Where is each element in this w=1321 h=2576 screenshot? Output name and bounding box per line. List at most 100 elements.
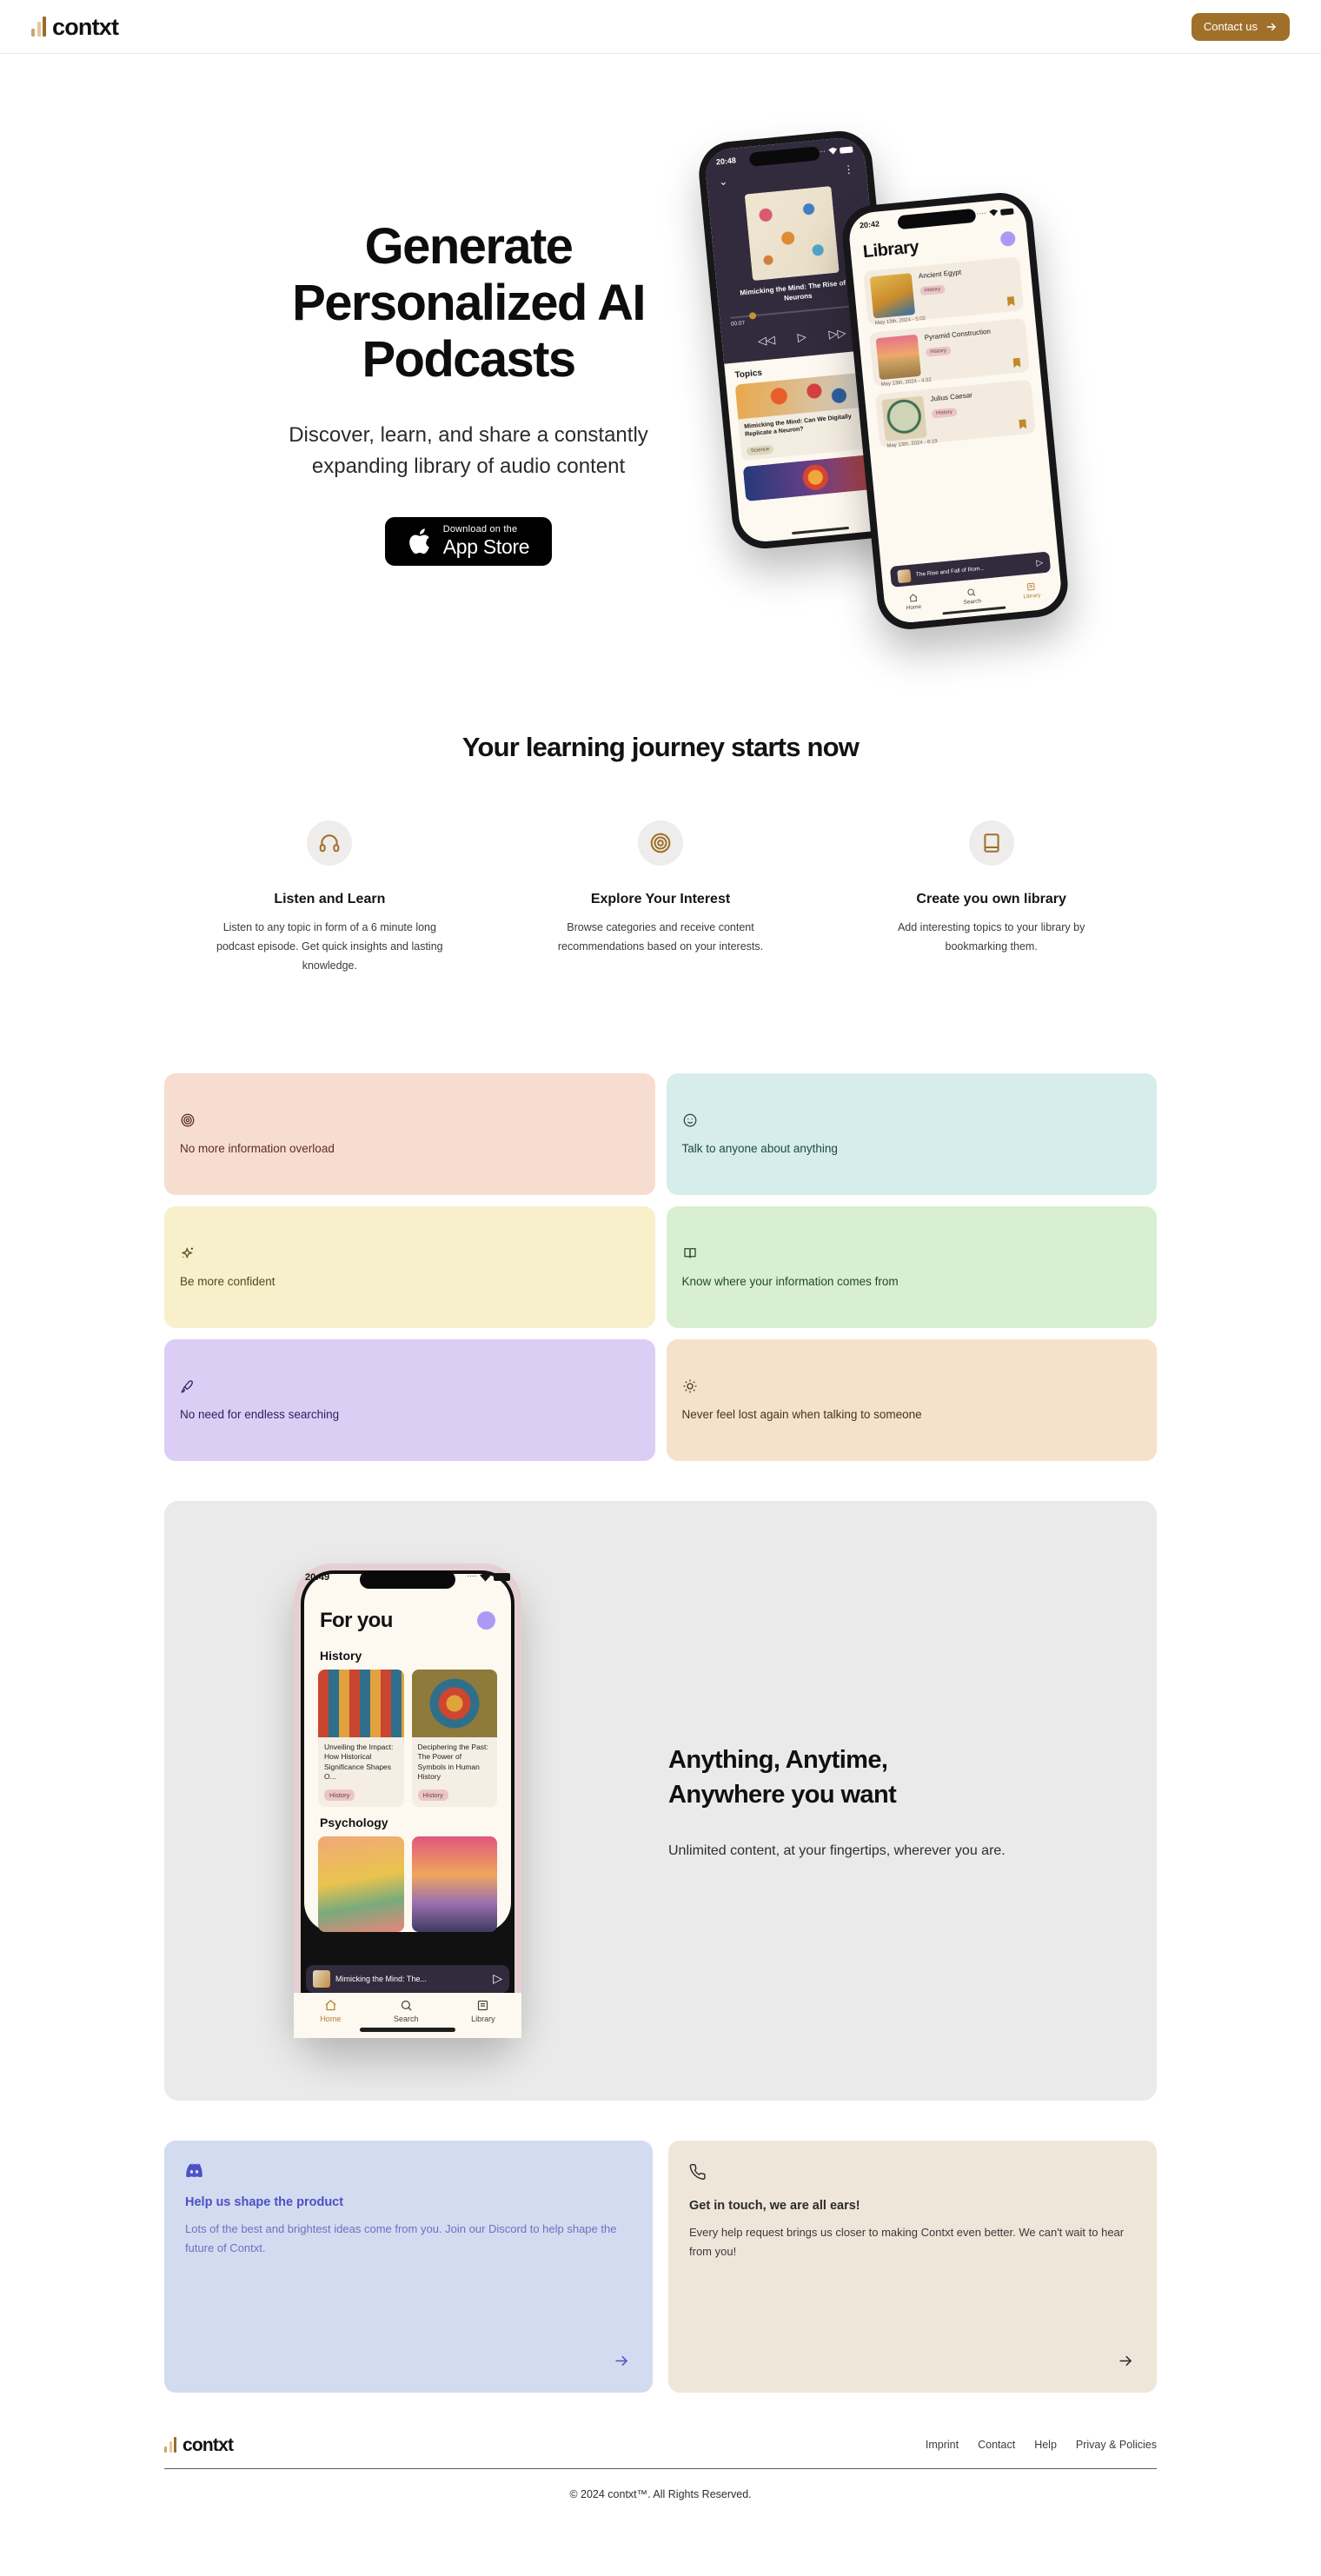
library-icon (1027, 582, 1035, 590)
app-store-download-button[interactable]: Download on the App Store (385, 516, 552, 566)
page-title: Generate Personalized AI Podcasts (292, 218, 646, 388)
showcase-heading: Anything, Anytime, Anywhere you want (668, 1743, 1006, 1812)
now-playing-title: The Rise and Fall of Rom... (915, 565, 985, 578)
footer-link-contact[interactable]: Contact (978, 2439, 1015, 2451)
cta-title: Get in touch, we are all ears! (689, 2198, 860, 2213)
content-card[interactable] (318, 1836, 404, 1932)
showcase-section: 20:49 ···· For you History Unveiling the… (164, 1500, 1157, 2101)
now-playing-title: Mimicking the Mind: The... (335, 1974, 427, 1983)
sparkle-icon (180, 1245, 196, 1261)
avatar[interactable] (999, 230, 1017, 248)
feature-label: Never feel lost again when talking to so… (681, 1408, 922, 1422)
tab-search[interactable]: Search (962, 587, 981, 606)
item-tag: History (931, 408, 958, 419)
item-tag: History (925, 346, 952, 358)
mini-player[interactable]: Mimicking the Mind: The... ▷ (306, 1964, 509, 1993)
showcase-copy: Anything, Anytime, Anywhere you want Unl… (651, 1743, 1006, 1859)
footer-link-imprint[interactable]: Imprint (926, 2439, 959, 2451)
wifi-icon (989, 209, 999, 216)
top-navigation-bar: contxt Contact us (0, 0, 1321, 54)
phone-icon (689, 2163, 1136, 2185)
feature-label: Be more confident (180, 1275, 275, 1289)
showcase-body: Unlimited content, at your fingertips, w… (668, 1842, 1006, 1858)
list-item[interactable]: Pyramid Construction History May 13th, 2… (868, 317, 1031, 388)
avatar[interactable] (477, 1611, 495, 1630)
cta-body: Lots of the best and brightest ideas com… (185, 2221, 617, 2254)
journey-body: Browse categories and receive content re… (557, 921, 764, 953)
card-thumbnail (411, 1669, 497, 1737)
tab-label: Search (393, 2014, 419, 2023)
card-thumbnail (318, 1669, 404, 1737)
journey-column-listen: Listen and Learn Listen to any topic in … (164, 820, 495, 976)
journey-body: Add interesting topics to your library b… (897, 921, 1085, 953)
hero-copy: Generate Personalized AI Podcasts Discov… (225, 122, 712, 566)
cta-body: Every help request brings us closer to m… (689, 2225, 1125, 2258)
card-title: Unveiling the Impact: How Historical Sig… (324, 1742, 394, 1782)
status-time: 20:49 (305, 1571, 330, 1583)
feature-label: No need for endless searching (180, 1408, 340, 1422)
tab-library[interactable]: Library (1022, 581, 1041, 600)
tab-home[interactable]: Home (905, 592, 921, 611)
for-you-title: For you (320, 1608, 393, 1632)
play-button[interactable]: ▷ (797, 329, 807, 344)
hero-title-line-2: Personalized AI (292, 274, 646, 331)
item-thumbnail (869, 273, 916, 319)
battery-icon (999, 208, 1014, 216)
page-footer: contxt Imprint Contact Help Privay & Pol… (164, 2436, 1157, 2532)
feature-label: Know where your information comes from (681, 1275, 899, 1289)
tab-search[interactable]: Search (394, 1999, 419, 2023)
footer-link-help[interactable]: Help (1034, 2439, 1057, 2451)
rewind-button[interactable]: ◁◁ (757, 333, 775, 349)
mini-player-play-button[interactable]: ▷ (1036, 558, 1044, 568)
forward-button[interactable]: ▷▷ (828, 326, 846, 342)
feature-label: No more information overload (180, 1142, 335, 1156)
content-card[interactable]: Deciphering the Past: The Power of Symbo… (411, 1669, 497, 1807)
card-tag: History (324, 1789, 355, 1801)
footer-logo[interactable]: contxt (164, 2436, 234, 2454)
tab-label: Library (1023, 592, 1041, 600)
content-card[interactable]: Unveiling the Impact: How Historical Sig… (318, 1669, 404, 1807)
item-title: Pyramid Construction (924, 327, 992, 342)
card-thumbnail (411, 1836, 497, 1932)
app-store-small-label: Download on the (442, 524, 518, 535)
feature-cards-grid: No more information overload Talk to any… (164, 1072, 1157, 1461)
learning-journey-section: Your learning journey starts now Listen … (164, 714, 1157, 976)
library-icon (478, 2000, 488, 2010)
tab-home[interactable]: Home (320, 1999, 341, 2023)
book-icon (968, 820, 1014, 866)
tab-library[interactable]: Library (471, 1999, 495, 2023)
list-item[interactable]: Julius Caesar History May 13th, 2024 - 6… (874, 379, 1036, 449)
feature-card-talk-anyone: Talk to anyone about anything (666, 1072, 1157, 1195)
audio-bars-icon (164, 2436, 176, 2453)
card-tag: History (417, 1789, 448, 1801)
journey-column-library: Create you own library Add interesting t… (826, 820, 1157, 976)
audio-bars-icon (31, 16, 46, 37)
target-icon (180, 1112, 196, 1128)
chevron-down-icon[interactable]: ⌄ (718, 175, 727, 188)
mini-player-artwork (897, 568, 912, 583)
content-card[interactable] (411, 1836, 497, 1932)
mini-player-play-button[interactable]: ▷ (493, 1971, 502, 1986)
cta-card-contact[interactable]: Get in touch, we are all ears! Every hel… (668, 2140, 1157, 2393)
status-time: 20:48 (715, 156, 737, 167)
brand-logo[interactable]: contxt (31, 15, 119, 38)
headphones-icon (307, 820, 353, 866)
card-thumbnail (318, 1836, 404, 1932)
apple-logo-icon (408, 528, 429, 554)
cta-card-discord[interactable]: Help us shape the product Lots of the be… (164, 2140, 653, 2393)
search-icon (967, 588, 976, 596)
phone-notch (359, 1570, 456, 1589)
arrow-right-icon[interactable] (1118, 2353, 1134, 2374)
showcase-heading-line-1: Anything, Anytime, (668, 1745, 888, 1774)
search-icon (401, 2000, 412, 2011)
cta-title: Help us shape the product (185, 2194, 344, 2209)
item-tag: History (919, 284, 946, 296)
arrow-right-icon[interactable] (614, 2353, 630, 2374)
contact-us-button[interactable]: Contact us (1191, 12, 1290, 41)
item-date: May 13th, 2024 - 4:32 (880, 377, 933, 388)
footer-link-privacy[interactable]: Privay & Policies (1076, 2439, 1157, 2451)
tab-label: Library (471, 2014, 495, 2023)
more-options-icon[interactable]: ⋮ (843, 163, 854, 176)
journey-title: Listen and Learn (274, 892, 386, 906)
phone-mockup-library: 20:42 ···· Library Ancient Egypt History… (840, 189, 1071, 633)
